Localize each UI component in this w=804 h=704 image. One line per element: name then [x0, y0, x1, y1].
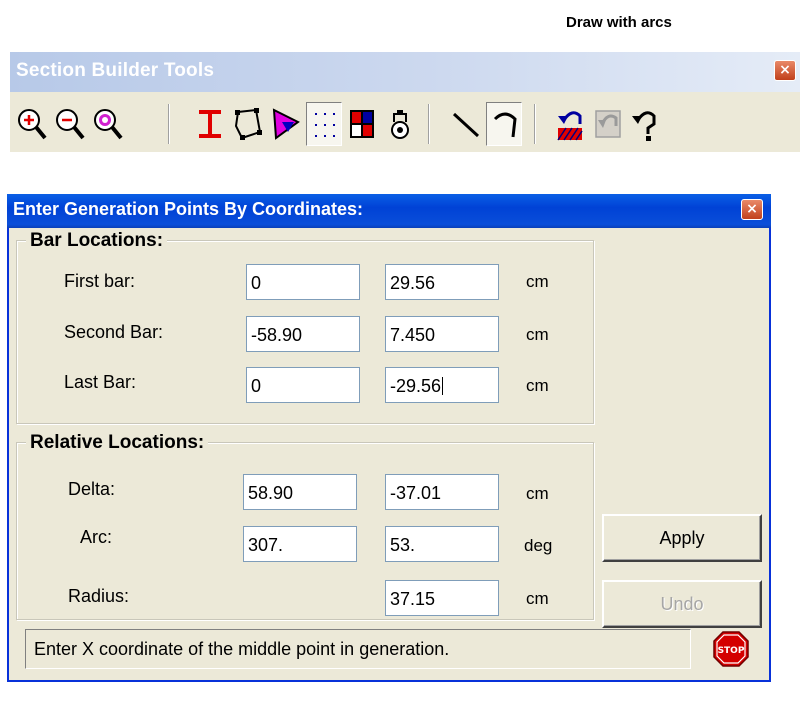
toolbar-separator	[168, 104, 170, 144]
i-beam-button[interactable]	[192, 102, 228, 146]
fill-polygon-icon	[272, 108, 300, 140]
apply-button[interactable]: Apply	[602, 514, 762, 562]
clamp-icon	[391, 110, 409, 139]
arc-label: Arc:	[80, 527, 113, 547]
second-bar-x-input[interactable]: -58.90	[246, 316, 360, 352]
radius-unit: cm	[526, 589, 549, 608]
undo-section-icon	[557, 111, 583, 141]
delta-unit: cm	[526, 484, 549, 503]
dialog-title: Enter Generation Points By Coordinates:	[13, 199, 364, 219]
last-bar-unit: cm	[526, 376, 549, 395]
draw-arc-icon	[493, 112, 517, 138]
fill-polygon-button[interactable]	[268, 102, 304, 146]
toolbar-title: Section Builder Tools	[16, 60, 215, 81]
second-bar-unit: cm	[526, 325, 549, 344]
stop-button[interactable]: STOP	[712, 630, 750, 673]
zoom-extents-icon	[94, 109, 123, 140]
second-bar-label: Second Bar:	[64, 322, 164, 342]
polygon-icon	[234, 108, 262, 140]
delta-label: Delta:	[68, 479, 116, 499]
first-bar-y-input[interactable]: 29.56	[385, 264, 499, 300]
grid-cells-icon	[350, 110, 374, 138]
redo-button[interactable]	[628, 102, 664, 146]
radius-input[interactable]: 37.15	[385, 580, 499, 616]
last-bar-x-input[interactable]: 0	[246, 367, 360, 403]
first-bar-label: First bar:	[64, 271, 136, 291]
text-cursor	[442, 377, 444, 395]
stop-icon: STOP	[713, 631, 749, 667]
stop-icon-text: STOP	[718, 646, 745, 656]
point-grid-icon	[315, 113, 335, 137]
toolbar-close-button[interactable]: ×	[774, 60, 796, 81]
draw-arc-button[interactable]	[486, 102, 522, 146]
undo-button[interactable]: Undo	[602, 580, 762, 628]
delta-y-input[interactable]: -37.01	[385, 474, 499, 510]
arc-unit: deg	[524, 536, 553, 555]
draw-line-icon	[452, 112, 480, 138]
last-bar-label: Last Bar:	[64, 372, 137, 392]
redo-icon	[632, 111, 656, 141]
caption-draw-with-arcs: Draw with arcs	[566, 14, 672, 31]
last-bar-y-value: -29.56	[390, 376, 442, 396]
i-beam-icon	[199, 110, 221, 138]
zoom-in-icon	[18, 109, 47, 140]
zoom-out-button[interactable]	[52, 102, 88, 146]
draw-line-button[interactable]	[448, 102, 484, 146]
undo-disabled-icon	[595, 110, 621, 138]
first-bar-x-input[interactable]: 0	[246, 264, 360, 300]
status-message: Enter X coordinate of the middle point i…	[25, 629, 691, 669]
zoom-out-icon	[56, 109, 85, 140]
arc-sweep-input[interactable]: 53.	[385, 526, 499, 562]
arc-start-input[interactable]: 307.	[243, 526, 357, 562]
polygon-button[interactable]	[230, 102, 266, 146]
last-bar-y-input[interactable]: -29.56	[385, 367, 499, 403]
point-grid-button[interactable]	[306, 102, 342, 146]
zoom-in-button[interactable]	[14, 102, 50, 146]
toolbar-separator	[428, 104, 430, 144]
grid-cells-button[interactable]	[344, 102, 380, 146]
toolbar-separator	[534, 104, 536, 144]
second-bar-y-input[interactable]: 7.450	[385, 316, 499, 352]
first-bar-unit: cm	[526, 272, 549, 291]
dialog-close-button[interactable]: ×	[741, 199, 763, 220]
delta-x-input[interactable]: 58.90	[243, 474, 357, 510]
undo-section-button[interactable]	[552, 102, 588, 146]
zoom-extents-button[interactable]	[90, 102, 126, 146]
relative-locations-label: Relative Locations:	[26, 432, 209, 454]
radius-label: Radius:	[68, 586, 130, 606]
bar-locations-label: Bar Locations:	[26, 230, 168, 252]
undo-disabled-button[interactable]	[590, 102, 626, 146]
clamp-button[interactable]	[382, 102, 418, 146]
